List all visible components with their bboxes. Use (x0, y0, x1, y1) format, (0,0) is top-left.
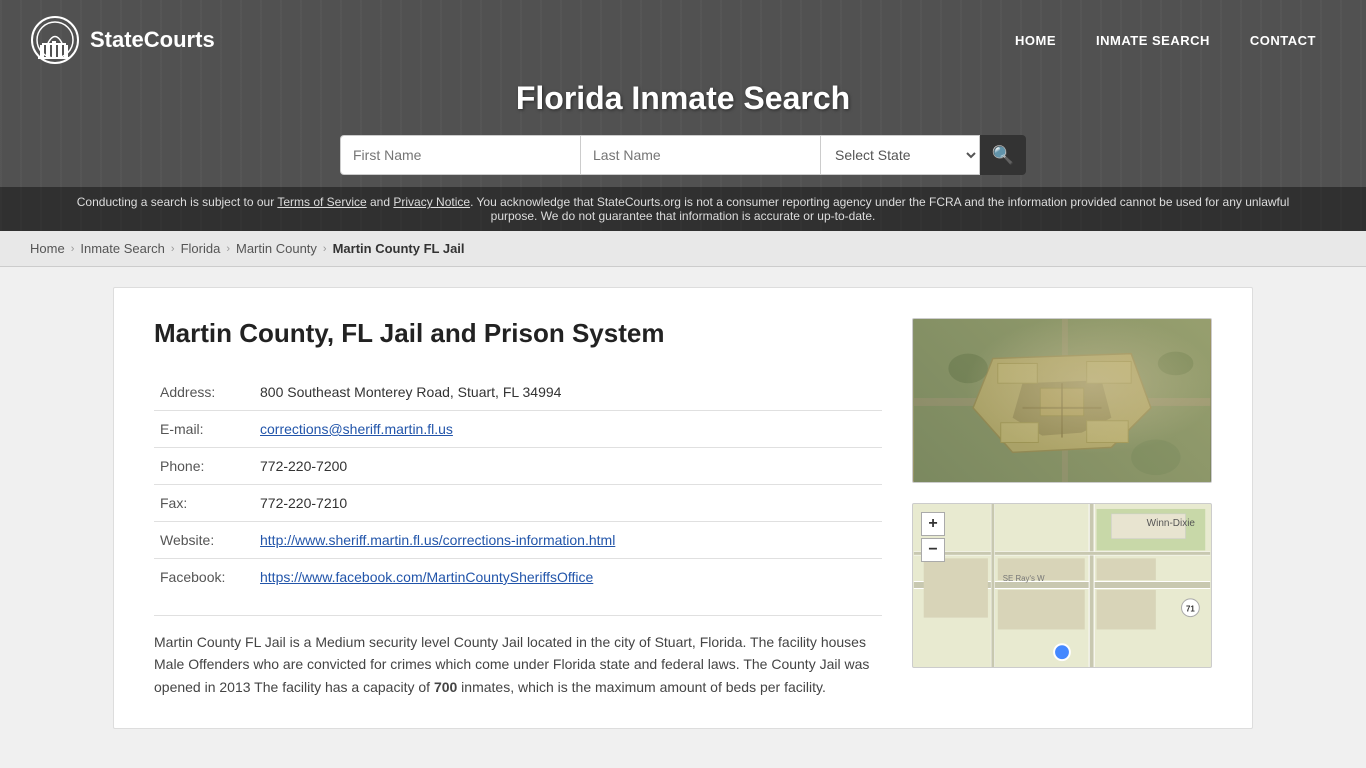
header-top-bar: StateCourts HOME INMATE SEARCH CONTACT (0, 0, 1366, 80)
header-title-area: Florida Inmate Search (0, 80, 1366, 125)
last-name-input[interactable] (580, 135, 820, 175)
search-icon: 🔍 (992, 145, 1014, 166)
breadcrumb-current: Martin County FL Jail (333, 241, 465, 256)
breadcrumb-sep-2: › (171, 243, 175, 255)
info-table: Address: 800 Southeast Monterey Road, St… (154, 374, 882, 595)
svg-text:71: 71 (1186, 605, 1195, 614)
table-row: Facebook: https://www.facebook.com/Marti… (154, 559, 882, 596)
table-row: E-mail: corrections@sheriff.martin.fl.us (154, 411, 882, 448)
website-label: Website: (154, 522, 254, 559)
fax-label: Fax: (154, 485, 254, 522)
state-select[interactable]: Select State Florida Alabama Georgia (820, 135, 980, 175)
table-row: Website: http://www.sheriff.martin.fl.us… (154, 522, 882, 559)
fax-value: 772-220-7210 (254, 485, 882, 522)
header: StateCourts HOME INMATE SEARCH CONTACT F… (0, 0, 1366, 231)
nav-inmate-search[interactable]: INMATE SEARCH (1076, 0, 1230, 80)
facility-description: Martin County FL Jail is a Medium securi… (154, 615, 882, 698)
content-layout: Martin County, FL Jail and Prison System… (154, 318, 1212, 698)
phone-label: Phone: (154, 448, 254, 485)
map-zoom-controls: + − (921, 512, 945, 562)
phone-value: 772-220-7200 (254, 448, 882, 485)
website-value: http://www.sheriff.martin.fl.us/correcti… (254, 522, 882, 559)
table-row: Phone: 772-220-7200 (154, 448, 882, 485)
table-row: Fax: 772-220-7210 (154, 485, 882, 522)
breadcrumb-home[interactable]: Home (30, 241, 65, 256)
privacy-link[interactable]: Privacy Notice (393, 195, 470, 209)
breadcrumb-inmate-search[interactable]: Inmate Search (80, 241, 165, 256)
facility-title: Martin County, FL Jail and Prison System (154, 318, 882, 349)
website-link[interactable]: http://www.sheriff.martin.fl.us/correcti… (260, 532, 615, 548)
nav-home[interactable]: HOME (995, 0, 1076, 80)
breadcrumb-sep-3: › (226, 243, 230, 255)
facebook-label: Facebook: (154, 559, 254, 596)
email-label: E-mail: (154, 411, 254, 448)
map-container[interactable]: SE Ray's W 71 + − Winn-Dixie (912, 503, 1212, 668)
facility-aerial-svg (913, 319, 1211, 482)
search-bar: Select State Florida Alabama Georgia 🔍 (0, 125, 1366, 187)
map-zoom-out-button[interactable]: − (921, 538, 945, 562)
map-zoom-in-button[interactable]: + (921, 512, 945, 536)
capacity-value: 700 (434, 679, 457, 695)
content-right: SE Ray's W 71 + − Winn-Dixie (912, 318, 1212, 698)
disclaimer-bar: Conducting a search is subject to our Te… (0, 187, 1366, 231)
main-content: Martin County, FL Jail and Prison System… (83, 267, 1283, 749)
facility-photo (912, 318, 1212, 483)
logo-icon (30, 15, 80, 65)
content-left: Martin County, FL Jail and Prison System… (154, 318, 882, 698)
page-title: Florida Inmate Search (0, 80, 1366, 117)
breadcrumb-martin-county[interactable]: Martin County (236, 241, 317, 256)
email-link[interactable]: corrections@sheriff.martin.fl.us (260, 421, 453, 437)
search-button[interactable]: 🔍 (980, 135, 1026, 175)
breadcrumb: Home › Inmate Search › Florida › Martin … (0, 231, 1366, 267)
email-value: corrections@sheriff.martin.fl.us (254, 411, 882, 448)
terms-link[interactable]: Terms of Service (277, 195, 366, 209)
breadcrumb-sep-1: › (71, 243, 75, 255)
map-label-winn-dixie: Winn-Dixie (1147, 518, 1195, 529)
address-label: Address: (154, 374, 254, 411)
breadcrumb-sep-4: › (323, 243, 327, 255)
breadcrumb-florida[interactable]: Florida (181, 241, 221, 256)
facebook-value: https://www.facebook.com/MartinCountyShe… (254, 559, 882, 596)
nav-contact[interactable]: CONTACT (1230, 0, 1336, 80)
logo-text: StateCourts (90, 27, 215, 53)
main-nav: HOME INMATE SEARCH CONTACT (995, 0, 1336, 80)
svg-text:SE Ray's W: SE Ray's W (1003, 574, 1045, 583)
content-card: Martin County, FL Jail and Prison System… (113, 287, 1253, 729)
first-name-input[interactable] (340, 135, 580, 175)
facebook-link[interactable]: https://www.facebook.com/MartinCountyShe… (260, 569, 593, 585)
address-value: 800 Southeast Monterey Road, Stuart, FL … (254, 374, 882, 411)
logo-link[interactable]: StateCourts (30, 15, 215, 65)
table-row: Address: 800 Southeast Monterey Road, St… (154, 374, 882, 411)
